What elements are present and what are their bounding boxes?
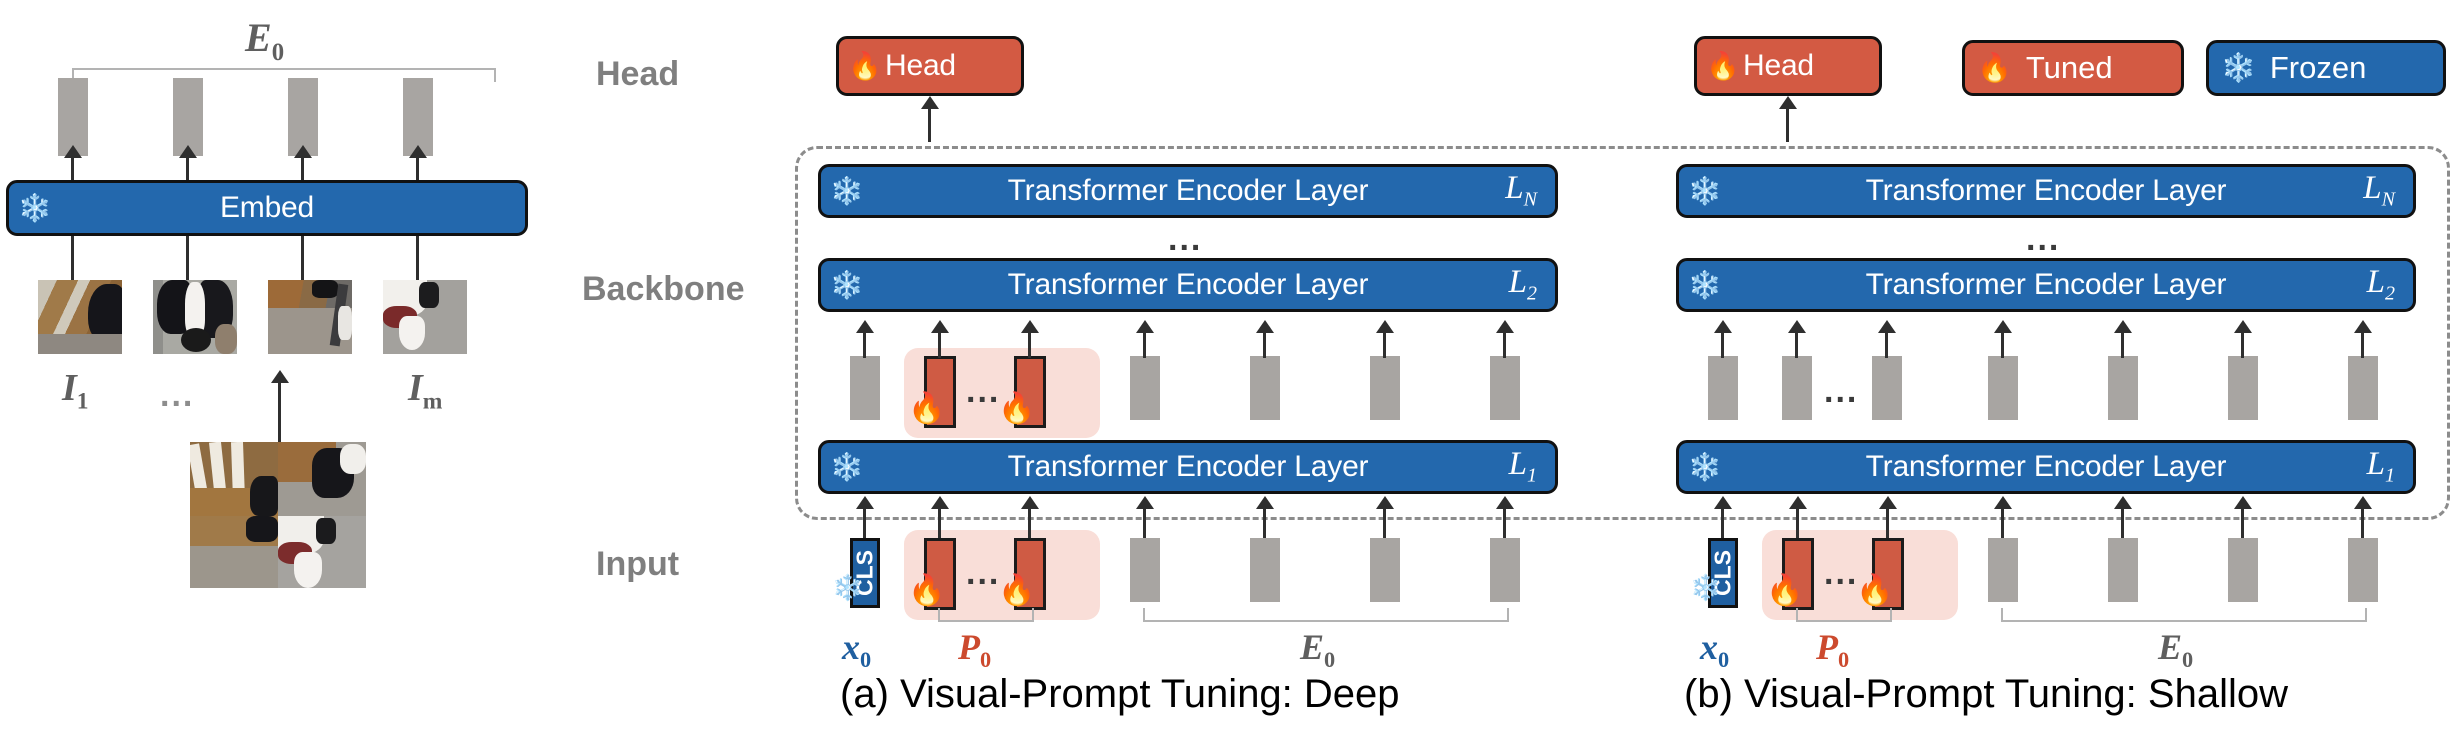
head-box-shallow[interactable]: 🔥 Head: [1694, 36, 1882, 96]
mid-token-shallow: [1708, 356, 1738, 420]
mid-stem: [1721, 332, 1724, 358]
head-arrow-shallow: [1779, 96, 1797, 109]
encoder-layer-title: Transformer Encoder Layer: [1865, 174, 2227, 207]
in-arrow: [1879, 496, 1897, 509]
in-stem: [2001, 508, 2004, 538]
mid-arrow: [2354, 320, 2372, 333]
mid-token-shallow: [1782, 356, 1812, 420]
in-stem: [1721, 508, 1724, 538]
encoder-layer-title: Transformer Encoder Layer: [1865, 450, 2227, 483]
mid-arrow: [2114, 320, 2132, 333]
mid-arrow: [2234, 320, 2252, 333]
mid-arrow: [1788, 320, 1806, 333]
mid-arrow: [1994, 320, 2012, 333]
mid-token-shallow: [2228, 356, 2258, 420]
in-stem: [2361, 508, 2364, 538]
embedding-bracket-shallow: [2001, 608, 2367, 622]
input-token-shallow: [1988, 538, 2018, 602]
mid-stem: [1885, 332, 1888, 358]
input-prompt-ellipsis-shallow: ...: [1824, 554, 1859, 592]
in-arrow: [2114, 496, 2132, 509]
encoder-layer-index: L2: [2366, 264, 2395, 305]
encoder-layer-L2-shallow[interactable]: ❄️ Transformer Encoder Layer L2: [1676, 258, 2416, 312]
mid-stem: [2121, 332, 2124, 358]
input-token-shallow: [2228, 538, 2258, 602]
mid-token-shallow: [2108, 356, 2138, 420]
in-arrow: [1714, 496, 1732, 509]
mid-stem: [1795, 332, 1798, 358]
fire-icon: 🔥: [1706, 50, 1740, 81]
input-token-shallow: [2348, 538, 2378, 602]
prompt-bracket-shallow: [1796, 608, 1892, 622]
in-arrow: [2354, 496, 2372, 509]
mid-stem: [2361, 332, 2364, 358]
mid-arrow: [1878, 320, 1896, 333]
in-stem: [2121, 508, 2124, 538]
caption-shallow: (b) Visual-Prompt Tuning: Shallow: [1684, 672, 2288, 716]
mid-stem: [2241, 332, 2244, 358]
mid-token-shallow: [1988, 356, 2018, 420]
encoder-layer-index: L1: [2366, 446, 2395, 487]
encoder-layer-L1-shallow[interactable]: ❄️ Transformer Encoder Layer L1: [1676, 440, 2416, 494]
snowflake-icon: ❄️: [1690, 574, 1722, 602]
mid-token-shallow: [2348, 356, 2378, 420]
encoder-layer-LN-shallow[interactable]: ❄️ Transformer Encoder Layer LN: [1676, 164, 2416, 218]
mid-token-shallow: [1872, 356, 1902, 420]
in-stem: [2241, 508, 2244, 538]
in-stem: [1886, 508, 1889, 538]
fire-icon: 🔥: [1766, 574, 1804, 607]
fire-icon: 🔥: [1856, 574, 1894, 607]
input-token-shallow: [2108, 538, 2138, 602]
in-arrow: [1789, 496, 1807, 509]
head-box-label: Head: [1743, 49, 1814, 82]
mid-token-ellipsis-shallow: ...: [1824, 372, 1859, 410]
panel-shallow: 🔥 Head ❄️ Transformer Encoder Layer LN .…: [0, 0, 2460, 730]
mid-stem: [2001, 332, 2004, 358]
encoder-layer-index: LN: [2363, 170, 2395, 211]
layer-ellipsis-shallow: ...: [2026, 220, 2061, 258]
prompt-math-label-shallow: P0: [1816, 627, 1850, 673]
mid-arrow: [1714, 320, 1732, 333]
in-arrow: [2234, 496, 2252, 509]
embedding-math-label-shallow: E0: [2158, 627, 2194, 673]
head-arrow-stem-shallow: [1786, 104, 1789, 142]
in-arrow: [1994, 496, 2012, 509]
cls-math-label-shallow: x0: [1700, 627, 1730, 673]
encoder-layer-title: Transformer Encoder Layer: [1865, 268, 2227, 301]
in-stem: [1796, 508, 1799, 538]
